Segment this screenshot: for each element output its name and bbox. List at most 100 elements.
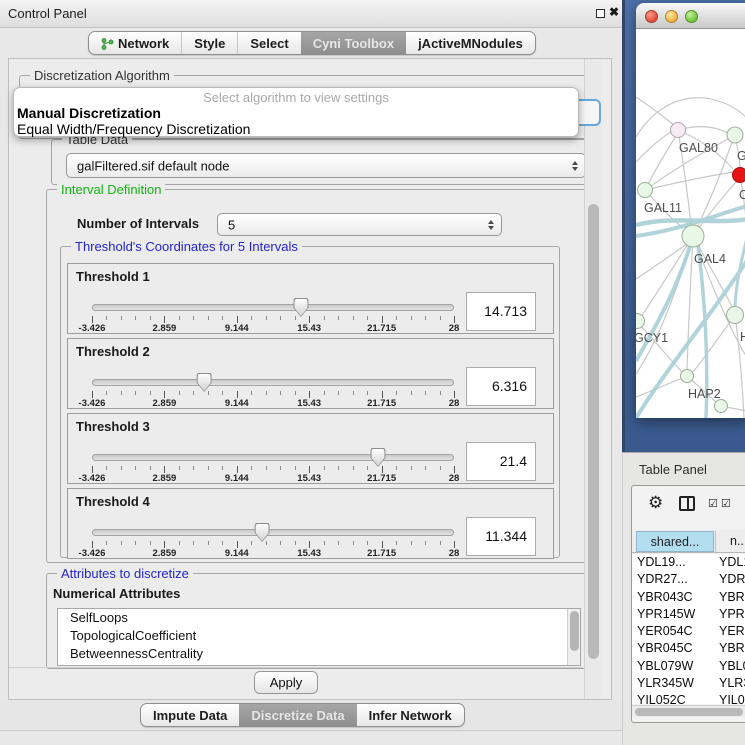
- zoom-traffic-light-icon[interactable]: [685, 10, 698, 23]
- scrollbar-thumb[interactable]: [635, 708, 743, 716]
- network-node-ga[interactable]: [727, 127, 743, 143]
- table-data-combobox[interactable]: galFiltered.sif default node: [66, 153, 586, 178]
- tab-network-label: Network: [118, 36, 169, 51]
- column-header-name[interactable]: n...: [715, 531, 745, 552]
- table-row[interactable]: YIL052CYIL0: [632, 692, 745, 704]
- network-node-gal80[interactable]: [671, 123, 686, 138]
- slider-track[interactable]: [92, 379, 454, 386]
- cell-name: YBL0: [719, 659, 745, 673]
- cell-name: YIL0: [719, 693, 745, 704]
- table-row[interactable]: YPR145WYPR1: [632, 606, 745, 623]
- network-node-gal4[interactable]: [682, 225, 704, 247]
- network-canvas[interactable]: GAL80 GA C GAL11 GAL4 GCY1 H HAP2: [636, 29, 745, 418]
- threshold-3-value-field[interactable]: 21.4: [466, 442, 536, 481]
- threshold-1-panel: Threshold 1 -3.4262.8599.14415.4321.7152…: [67, 263, 554, 334]
- table-row[interactable]: YBL079WYBL0: [632, 658, 745, 675]
- table-row[interactable]: YDR27...YDR2: [632, 571, 745, 588]
- node-label: GCY1: [636, 331, 668, 345]
- slider-track[interactable]: [92, 304, 454, 311]
- algorithm-option-equal-width[interactable]: Equal Width/Frequency Discretization: [17, 121, 250, 137]
- tab-cyni-toolbox[interactable]: Cyni Toolbox: [301, 32, 406, 54]
- algorithm-dropdown-popup: Select algorithm to view settings Manual…: [13, 87, 579, 137]
- gear-icon[interactable]: ⚙: [648, 494, 663, 511]
- close-icon[interactable]: ✖: [609, 5, 619, 19]
- panel-vertical-scrollbar[interactable]: [584, 59, 601, 699]
- control-panel-tabbar: Network Style Select Cyni Toolbox jActiv…: [0, 28, 622, 58]
- thresholds-coordinates-title: Threshold's Coordinates for 5 Intervals: [71, 239, 302, 254]
- cell-shared-name: YER054C: [637, 624, 713, 638]
- tab-infer-network[interactable]: Infer Network: [357, 704, 464, 726]
- bottom-tabbar: Impute Data Discretize Data Infer Networ…: [0, 700, 622, 731]
- tab-network[interactable]: Network: [89, 32, 181, 54]
- algorithm-dropdown-prompt[interactable]: Select algorithm to view settings: [14, 90, 578, 105]
- table-row[interactable]: YDL19...YDL1: [632, 554, 745, 571]
- table-panel-title: Table Panel: [639, 462, 707, 477]
- table-panel: Table Panel ⚙ ☑ ☑ shared... n... YDL19..…: [622, 452, 745, 745]
- network-node-partial[interactable]: [715, 400, 728, 413]
- threshold-4-slider[interactable]: -3.4262.8599.14415.4321.71528: [92, 525, 454, 559]
- tab-impute-data[interactable]: Impute Data: [141, 704, 239, 726]
- cyni-toolbox-panel: Discretization Algorithm Select algorith…: [8, 58, 612, 700]
- interval-definition-title: Interval Definition: [57, 182, 165, 197]
- list-item-betweennesscentrality[interactable]: BetweennessCentrality: [58, 645, 580, 663]
- list-item-topologicalcoefficient[interactable]: TopologicalCoefficient: [58, 627, 580, 645]
- scrollbar-thumb[interactable]: [588, 204, 599, 659]
- threshold-2-panel: Threshold 2 -3.4262.8599.14415.4321.7152…: [67, 338, 554, 409]
- table-row[interactable]: YBR045CYBR0: [632, 640, 745, 657]
- float-window-icon[interactable]: [596, 9, 605, 18]
- threshold-1-slider[interactable]: -3.4262.8599.14415.4321.71528: [92, 300, 454, 334]
- thresholds-coordinates-group: Threshold's Coordinates for 5 Intervals …: [60, 246, 560, 558]
- table-row[interactable]: YBR043CYBR0: [632, 589, 745, 606]
- close-traffic-light-icon[interactable]: [645, 10, 658, 23]
- network-node-red-selected[interactable]: [733, 168, 745, 183]
- threshold-4-label: Threshold 4: [76, 494, 150, 509]
- tab-select[interactable]: Select: [237, 32, 300, 54]
- list-item-selfloops[interactable]: SelfLoops: [58, 609, 580, 627]
- network-window-titlebar: [636, 3, 745, 29]
- table-panel-window: ⚙ ☑ ☑ shared... n... YDL19...YDL1 YDR27.…: [631, 485, 745, 723]
- threshold-2-value-field[interactable]: 6.316: [466, 367, 536, 406]
- network-view-window[interactable]: GAL80 GA C GAL11 GAL4 GCY1 H HAP2: [636, 3, 745, 418]
- threshold-1-value-field[interactable]: 14.713: [466, 292, 536, 331]
- cell-name: YBR0: [719, 590, 745, 604]
- cell-shared-name: YDL19...: [637, 555, 713, 569]
- network-node-gcy1[interactable]: [636, 314, 645, 329]
- cell-shared-name: YLR345W: [637, 676, 713, 690]
- node-label: GAL80: [679, 141, 718, 155]
- node-label: GAL4: [694, 252, 726, 266]
- tab-discretize-data[interactable]: Discretize Data: [239, 704, 356, 726]
- number-of-intervals-combobox[interactable]: 5: [217, 213, 502, 236]
- numerical-attributes-list: SelfLoops TopologicalCoefficient Between…: [57, 608, 581, 666]
- threshold-3-slider[interactable]: -3.4262.8599.14415.4321.71528: [92, 450, 454, 484]
- slider-track[interactable]: [92, 529, 454, 536]
- network-desktop-background: GAL80 GA C GAL11 GAL4 GCY1 H HAP2: [622, 0, 745, 452]
- network-node-gal11[interactable]: [638, 183, 653, 198]
- threshold-4-value-field[interactable]: 11.344: [466, 517, 536, 556]
- table-horizontal-scrollbar[interactable]: [632, 705, 745, 717]
- network-node-hap2[interactable]: [681, 370, 694, 383]
- cell-shared-name: YDR27...: [637, 572, 713, 586]
- threshold-3-label: Threshold 3: [76, 419, 150, 434]
- apply-button[interactable]: Apply: [254, 671, 318, 694]
- interval-definition-group: Interval Definition Number of Intervals …: [46, 189, 588, 563]
- columns-icon[interactable]: [679, 496, 695, 511]
- network-icon: [101, 34, 114, 46]
- table-data-value: galFiltered.sif default node: [77, 158, 229, 173]
- checkbox-icon[interactable]: ☑: [721, 497, 731, 510]
- right-region: GAL80 GA C GAL11 GAL4 GCY1 H HAP2 Table …: [622, 0, 745, 745]
- threshold-2-slider[interactable]: -3.4262.8599.14415.4321.71528: [92, 375, 454, 409]
- slider-track[interactable]: [92, 454, 454, 461]
- table-row[interactable]: YER054CYER0: [632, 623, 745, 640]
- node-label: GAL11: [644, 201, 682, 215]
- table-row[interactable]: YLR345WYLR3: [632, 675, 745, 692]
- algorithm-option-manual[interactable]: Manual Discretization: [17, 105, 161, 121]
- minimize-traffic-light-icon[interactable]: [665, 10, 678, 23]
- checkbox-icon[interactable]: ☑: [708, 497, 718, 510]
- control-panel-titlebar: Control Panel ✖: [0, 0, 622, 28]
- attributes-list-scrollbar[interactable]: [567, 609, 580, 665]
- control-panel-title: Control Panel: [8, 6, 87, 21]
- network-node-h[interactable]: [727, 307, 744, 324]
- tab-style[interactable]: Style: [181, 32, 237, 54]
- column-header-shared-name[interactable]: shared...: [636, 531, 714, 552]
- tab-jactivemnodules[interactable]: jActiveMNodules: [406, 32, 535, 54]
